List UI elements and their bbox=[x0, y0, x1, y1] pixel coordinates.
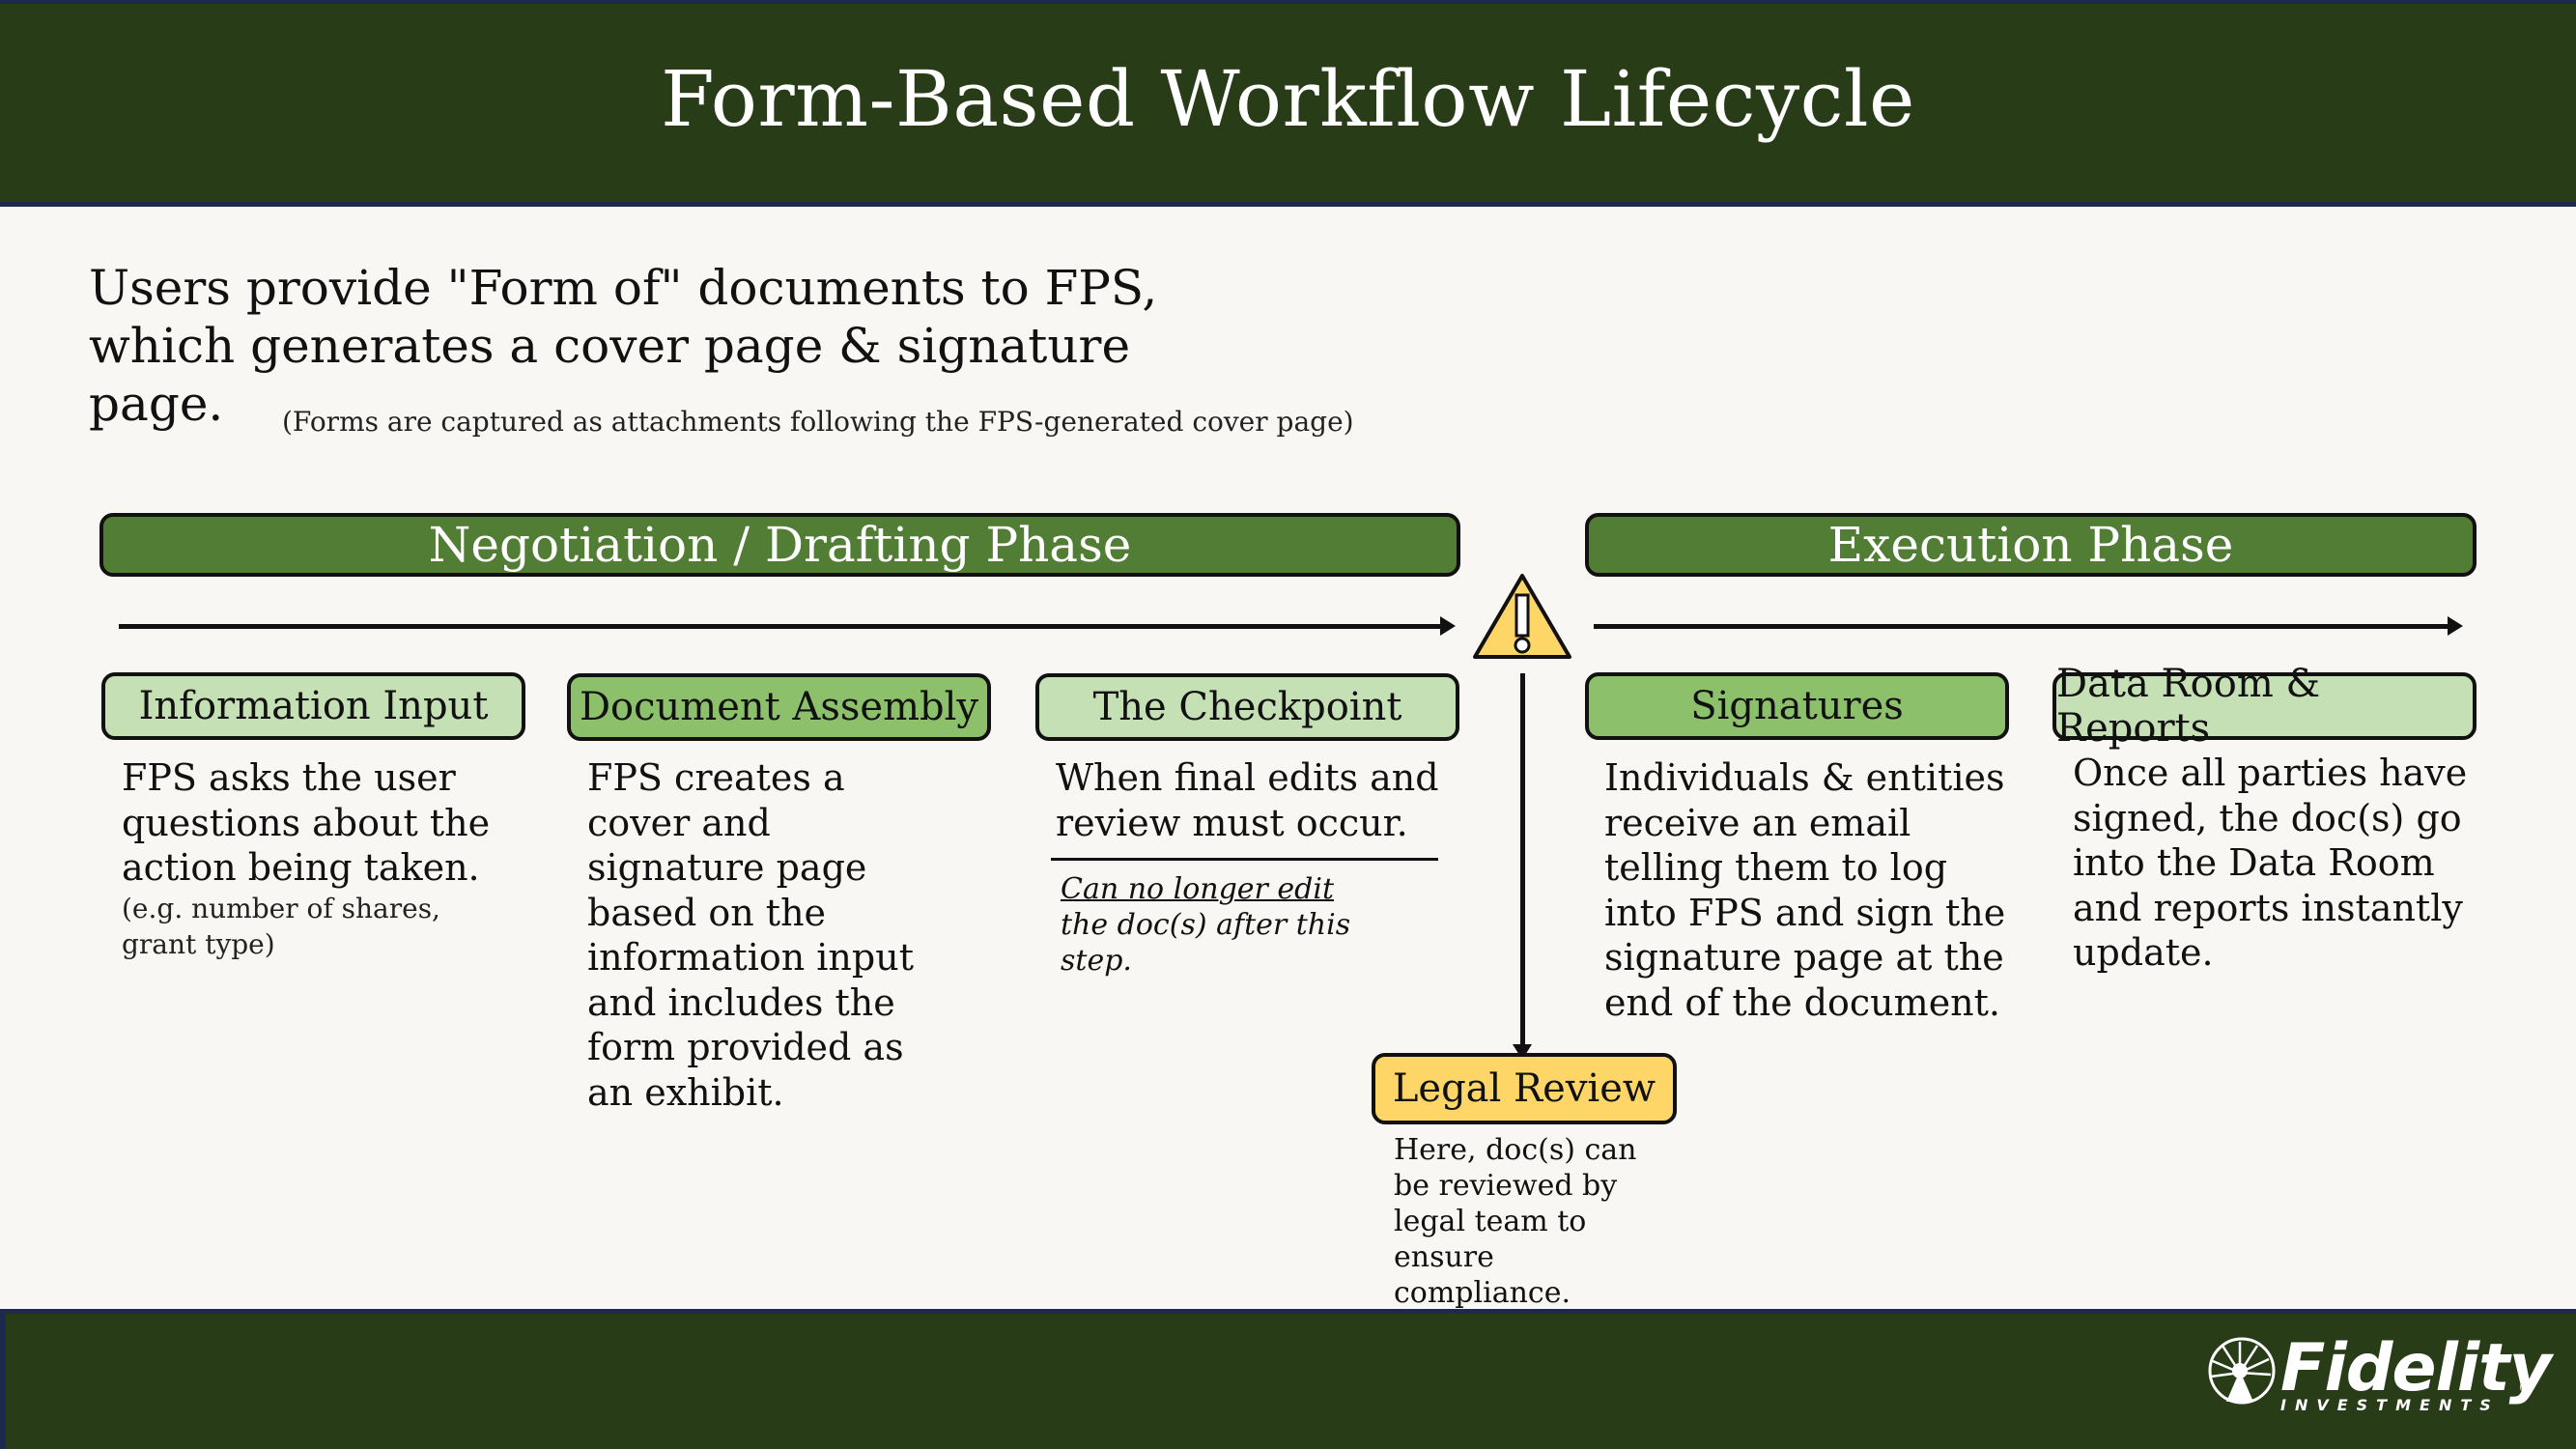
legal-review-box: Legal Review bbox=[1372, 1053, 1677, 1124]
step-label: Signatures bbox=[1690, 684, 1904, 728]
warning-icon bbox=[1473, 574, 1571, 659]
negotiation-arrow bbox=[119, 616, 1456, 636]
phase-execution-label: Execution Phase bbox=[1827, 517, 2234, 573]
step-label: Information Input bbox=[138, 684, 489, 728]
step-signatures: Signatures bbox=[1585, 672, 2009, 740]
step-description-text: FPS asks the user questions about the ac… bbox=[122, 756, 491, 889]
step-information-input: Information Input bbox=[101, 672, 525, 740]
step-document-assembly: Document Assembly bbox=[567, 673, 991, 741]
registered-mark: ® bbox=[2518, 1380, 2532, 1396]
phase-execution: Execution Phase bbox=[1585, 513, 2477, 577]
intro-note: (Forms are captured as attachments follo… bbox=[282, 406, 1354, 438]
phase-negotiation-label: Negotiation / Drafting Phase bbox=[428, 517, 1132, 573]
header-bar: Form-Based Workflow Lifecycle bbox=[0, 0, 2576, 207]
step-description: FPS asks the user questions about the ac… bbox=[122, 755, 508, 962]
phase-negotiation: Negotiation / Drafting Phase bbox=[99, 513, 1460, 577]
step-label: Document Assembly bbox=[579, 685, 978, 729]
step-label: Data Room & Reports bbox=[2056, 662, 2321, 751]
execution-arrow bbox=[1594, 616, 2463, 636]
legal-review-arrow bbox=[1513, 673, 1532, 1060]
step-label: The Checkpoint bbox=[1092, 685, 1402, 729]
page-title: Form-Based Workflow Lifecycle bbox=[661, 54, 1915, 144]
checkpoint-divider bbox=[1051, 858, 1438, 861]
footer-bar bbox=[0, 1309, 2576, 1449]
step-description: When final edits and review must occur. bbox=[1056, 756, 1439, 844]
step-description: Individuals & entities receive an email … bbox=[1604, 756, 2006, 1024]
fidelity-logo: Fidelity INVESTMENTS ® bbox=[2207, 1330, 2552, 1425]
logo-subtitle: INVESTMENTS bbox=[2280, 1396, 2500, 1414]
step-checkpoint: The Checkpoint bbox=[1035, 673, 1459, 741]
fidelity-pyramid-icon bbox=[2208, 1337, 2276, 1405]
step-description: Once all parties have signed, the doc(s)… bbox=[2073, 752, 2468, 974]
checkpoint-note: Can no longer edit the doc(s) after this… bbox=[1061, 871, 1389, 979]
step-data-room-reports: Data Room & Reports bbox=[2052, 662, 2477, 751]
step-description: FPS creates a cover and signature page b… bbox=[587, 756, 914, 1114]
checkpoint-note-rest: the doc(s) after this step. bbox=[1061, 908, 1351, 978]
step-note: (e.g. number of shares, grant type) bbox=[122, 892, 440, 960]
checkpoint-note-emphasis: Can no longer edit bbox=[1061, 872, 1335, 906]
legal-review-description: Here, doc(s) can be reviewed by legal te… bbox=[1394, 1133, 1637, 1310]
legal-review-label: Legal Review bbox=[1392, 1066, 1656, 1111]
